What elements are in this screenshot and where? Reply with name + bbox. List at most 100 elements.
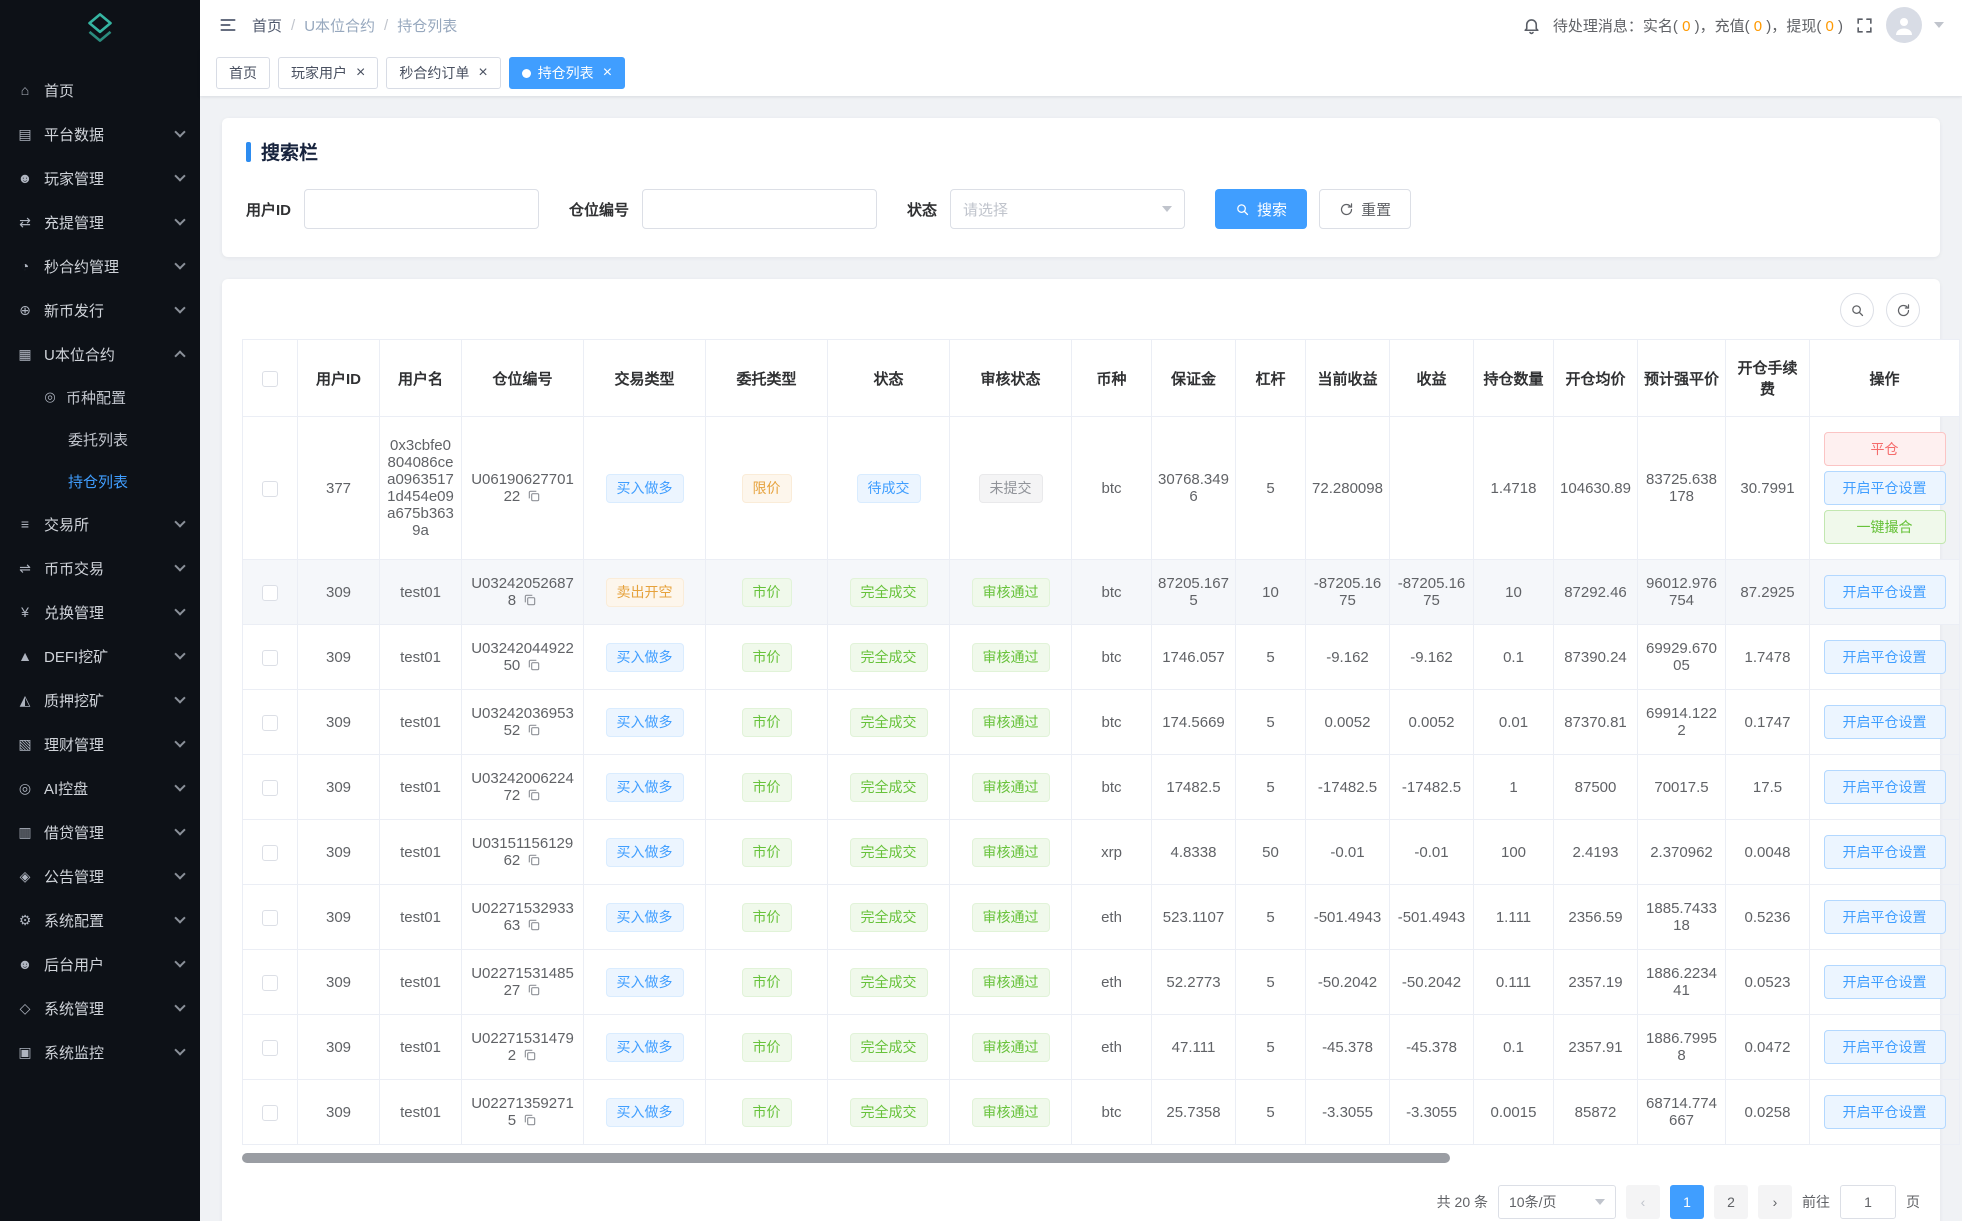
row-checkbox[interactable] bbox=[262, 1040, 278, 1056]
row-checkbox[interactable] bbox=[262, 481, 278, 497]
sidebar-item-player-management[interactable]: ☻玩家管理 bbox=[0, 156, 200, 200]
cell-status: 完全成交 bbox=[828, 625, 950, 690]
goto-page-input[interactable] bbox=[1840, 1185, 1896, 1219]
breadcrumb-item[interactable]: 首页 bbox=[252, 15, 282, 36]
row-checkbox[interactable] bbox=[262, 845, 278, 861]
copy-icon[interactable] bbox=[527, 489, 541, 503]
chevron-down-icon bbox=[1595, 1199, 1605, 1205]
search-panel: 搜索栏 用户ID 仓位编号 状态 请选择 bbox=[222, 118, 1940, 257]
row-checkbox[interactable] bbox=[262, 1105, 278, 1121]
close-icon[interactable]: × bbox=[356, 65, 365, 81]
one-click-match-button[interactable]: 一键撮合 bbox=[1824, 510, 1946, 544]
avatar[interactable] bbox=[1886, 7, 1922, 43]
cell-leverage: 10 bbox=[1236, 560, 1306, 625]
sidebar-item-system-management[interactable]: ◇系统管理 bbox=[0, 986, 200, 1030]
cell-open-fee: 0.5236 bbox=[1726, 885, 1810, 950]
row-checkbox[interactable] bbox=[262, 715, 278, 731]
page-size-select[interactable]: 10条/页 bbox=[1498, 1185, 1616, 1219]
open-close-setting-button[interactable]: 开启平仓设置 bbox=[1824, 640, 1946, 674]
message-withdraw[interactable]: 提现( 0 ) bbox=[1786, 18, 1843, 35]
cell-liquidation-price: 96012.976754 bbox=[1638, 560, 1726, 625]
sidebar-item-coin-config[interactable]: ◎币种配置 bbox=[0, 376, 200, 418]
sidebar-item-seconds-contract[interactable]: ◔秒合约管理 bbox=[0, 244, 200, 288]
sidebar-item-order-list[interactable]: 委托列表 bbox=[0, 418, 200, 460]
tab-seconds-contract-orders[interactable]: 秒合约订单× bbox=[386, 57, 500, 89]
open-close-setting-button[interactable]: 开启平仓设置 bbox=[1824, 835, 1946, 869]
open-close-setting-button[interactable]: 开启平仓设置 bbox=[1824, 965, 1946, 999]
sidebar-item-system-config[interactable]: ⚙系统配置 bbox=[0, 898, 200, 942]
copy-icon[interactable] bbox=[527, 723, 541, 737]
open-close-setting-button[interactable]: 开启平仓设置 bbox=[1824, 1095, 1946, 1129]
message-deposit[interactable]: 充值( 0 ) bbox=[1715, 18, 1772, 35]
row-checkbox[interactable] bbox=[262, 910, 278, 926]
sidebar-item-usdt-contract[interactable]: ▦U本位合约 bbox=[0, 332, 200, 376]
tab-player-users[interactable]: 玩家用户× bbox=[278, 57, 378, 89]
sidebar-item-ai-control[interactable]: ◎AI控盘 bbox=[0, 766, 200, 810]
sidebar-item-system-monitor[interactable]: ▣系统监控 bbox=[0, 1030, 200, 1074]
status-select[interactable]: 请选择 bbox=[950, 189, 1185, 229]
refresh-button[interactable] bbox=[1886, 293, 1920, 327]
sidebar-item-spot-trading[interactable]: ⇌币币交易 bbox=[0, 546, 200, 590]
search-toggle-button[interactable] bbox=[1840, 293, 1874, 327]
row-checkbox[interactable] bbox=[262, 780, 278, 796]
staking-mining-icon: ◭ bbox=[16, 692, 34, 709]
copy-icon[interactable] bbox=[527, 788, 541, 802]
horizontal-scrollbar[interactable] bbox=[242, 1153, 1450, 1163]
open-close-setting-button[interactable]: 开启平仓设置 bbox=[1824, 705, 1946, 739]
sidebar-item-announcement[interactable]: ◈公告管理 bbox=[0, 854, 200, 898]
sidebar-item-exchange[interactable]: ≡交易所 bbox=[0, 502, 200, 546]
page-button-2[interactable]: 2 bbox=[1714, 1185, 1748, 1219]
copy-icon[interactable] bbox=[523, 1113, 537, 1127]
sidebar-item-staking-mining[interactable]: ◭质押挖矿 bbox=[0, 678, 200, 722]
sidebar-item-home[interactable]: ⌂首页 bbox=[0, 68, 200, 112]
chevron-down-icon bbox=[174, 258, 185, 269]
row-checkbox[interactable] bbox=[262, 975, 278, 991]
sidebar-item-platform-data[interactable]: ▤平台数据 bbox=[0, 112, 200, 156]
sidebar-item-deposit-withdraw[interactable]: ⇄充提管理 bbox=[0, 200, 200, 244]
close-icon[interactable]: × bbox=[478, 65, 487, 81]
search-form: 用户ID 仓位编号 状态 请选择 bbox=[246, 189, 1916, 229]
row-checkbox[interactable] bbox=[262, 585, 278, 601]
chevron-down-icon[interactable] bbox=[1934, 22, 1944, 28]
order-type-tag: 市价 bbox=[742, 1098, 792, 1127]
next-page-button[interactable]: › bbox=[1758, 1185, 1792, 1219]
sidebar-item-new-coin-issue[interactable]: ⊕新币发行 bbox=[0, 288, 200, 332]
search-icon bbox=[1235, 202, 1250, 217]
open-close-setting-button[interactable]: 开启平仓设置 bbox=[1824, 471, 1946, 505]
sidebar-item-position-list[interactable]: 持仓列表 bbox=[0, 460, 200, 502]
copy-icon[interactable] bbox=[527, 853, 541, 867]
breadcrumb-item[interactable]: U本位合约 bbox=[304, 15, 375, 36]
open-close-setting-button[interactable]: 开启平仓设置 bbox=[1824, 575, 1946, 609]
message-realname[interactable]: 实名( 0 ) bbox=[1643, 18, 1700, 35]
sidebar-item-wealth-management[interactable]: ▧理财管理 bbox=[0, 722, 200, 766]
row-checkbox[interactable] bbox=[262, 650, 278, 666]
open-close-setting-button[interactable]: 开启平仓设置 bbox=[1824, 900, 1946, 934]
copy-icon[interactable] bbox=[523, 1048, 537, 1062]
position-no-input[interactable] bbox=[642, 189, 877, 229]
tab-home[interactable]: 首页 bbox=[216, 57, 270, 89]
trade-type-tag: 买入做多 bbox=[606, 708, 684, 737]
prev-page-button[interactable]: ‹ bbox=[1626, 1185, 1660, 1219]
sidebar-item-swap-management[interactable]: ¥兑换管理 bbox=[0, 590, 200, 634]
cell-position-no: U032420526878 bbox=[462, 560, 584, 625]
tab-positions-list[interactable]: 持仓列表× bbox=[509, 57, 625, 89]
page-button-1[interactable]: 1 bbox=[1670, 1185, 1704, 1219]
sidebar-item-admin-users[interactable]: ☻后台用户 bbox=[0, 942, 200, 986]
search-button[interactable]: 搜索 bbox=[1215, 189, 1307, 229]
copy-icon[interactable] bbox=[523, 593, 537, 607]
copy-icon[interactable] bbox=[527, 658, 541, 672]
copy-icon[interactable] bbox=[527, 918, 541, 932]
open-close-setting-button[interactable]: 开启平仓设置 bbox=[1824, 770, 1946, 804]
close-icon[interactable]: × bbox=[603, 65, 612, 81]
open-close-setting-button[interactable]: 开启平仓设置 bbox=[1824, 1030, 1946, 1064]
user-id-input[interactable] bbox=[304, 189, 539, 229]
sidebar-item-lending-management[interactable]: ▥借贷管理 bbox=[0, 810, 200, 854]
reset-button[interactable]: 重置 bbox=[1319, 189, 1411, 229]
bell-icon[interactable] bbox=[1522, 16, 1541, 35]
select-all-checkbox[interactable] bbox=[262, 371, 278, 387]
fullscreen-icon[interactable] bbox=[1855, 16, 1874, 35]
close-position-button[interactable]: 平仓 bbox=[1824, 432, 1946, 466]
copy-icon[interactable] bbox=[527, 983, 541, 997]
sidebar-item-defi-mining[interactable]: ▲DEFI挖矿 bbox=[0, 634, 200, 678]
hamburger-icon[interactable] bbox=[218, 15, 238, 35]
